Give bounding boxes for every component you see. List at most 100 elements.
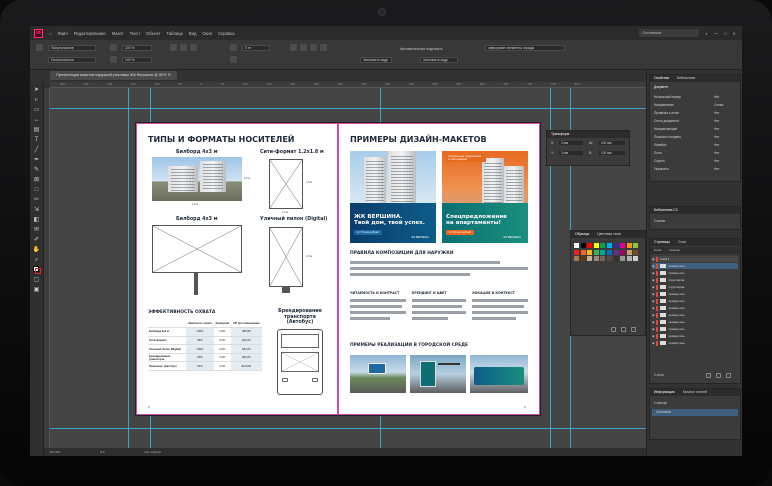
color-swatch[interactable] [580, 249, 586, 255]
note-tool-icon[interactable]: ✉ [33, 226, 41, 234]
line-tool-icon[interactable]: ╱ [33, 146, 41, 154]
transport-title[interactable]: Брендирование транспорта (Автобус) [272, 309, 328, 326]
left-page-title[interactable]: ТИПЫ И ФОРМАТЫ НОСИТЕЛЕЙ [148, 135, 294, 144]
layer-row[interactable]: ◉ прямоуголь. [652, 270, 738, 276]
content-collector-icon[interactable]: ▤ [33, 126, 41, 134]
tab-color-theme[interactable]: Цветовая тема [597, 231, 621, 238]
poster-2-title[interactable]: Спецпредложение на апартаменты! [446, 214, 507, 227]
menu-file[interactable]: Файл [58, 31, 68, 36]
layer-row[interactable]: ◉ сгруппиров. [652, 284, 738, 290]
prop-value[interactable]: Нет [714, 135, 719, 139]
rules-title[interactable]: ПРАВИЛА КОМПОЗИЦИИ ДЛЯ НАРУЖКИ [350, 251, 454, 256]
layer-row[interactable]: ◉ Слой 1 [652, 256, 738, 263]
city-format-frame[interactable] [269, 159, 303, 209]
color-swatch[interactable] [593, 243, 599, 248]
color-swatch[interactable] [580, 243, 586, 248]
menu-help[interactable]: Справка [218, 31, 234, 36]
color-swatch[interactable] [613, 243, 619, 248]
tab-libraries[interactable]: Библиотеки [677, 75, 695, 82]
flip-v-icon[interactable] [180, 44, 187, 51]
rotate-icon[interactable] [110, 56, 117, 63]
y-field[interactable]: 3 мм [559, 151, 583, 155]
pencil-tool-icon[interactable]: ✎ [33, 166, 41, 174]
menu-edit[interactable]: Редактирование [74, 31, 106, 36]
cc-libraries-title[interactable]: Библиотеки СС [654, 207, 678, 214]
column-2-title[interactable]: БРЕНДИНГ И ЦВЕТ [412, 291, 446, 295]
minimize-icon[interactable]: — [714, 31, 718, 36]
tab-pages[interactable]: Страницы [654, 239, 670, 246]
layer-row[interactable]: ◉ прямоуголь. [652, 312, 738, 318]
color-swatch[interactable] [613, 256, 619, 262]
formatting-affects-container-icon[interactable]: ▢ [33, 276, 41, 284]
x-field[interactable]: Полуполосное [48, 45, 96, 51]
color-swatch[interactable] [633, 249, 639, 255]
color-swatch[interactable] [607, 249, 612, 255]
color-swatch[interactable] [626, 249, 632, 255]
zoom-level[interactable]: 50,18% [50, 448, 60, 456]
city-photo-1[interactable] [350, 355, 406, 393]
folder-icon[interactable] [621, 327, 626, 332]
bus-drawing[interactable] [277, 329, 323, 395]
color-swatch[interactable] [574, 249, 579, 255]
layer-row[interactable]: ◉ прямоуголь. [652, 298, 738, 304]
pen-tool-icon[interactable]: ✒ [33, 156, 41, 164]
cc-libraries-panel[interactable]: Библиотеки СС Ссылки [649, 206, 741, 230]
efficiency-table[interactable]: Заметность охвата Конверсия CPI при охва… [148, 319, 262, 372]
city-photo-2[interactable] [410, 355, 466, 393]
billboard-1-label[interactable]: Билборд 4x3 м [176, 150, 218, 155]
tab-properties[interactable]: Свойства [654, 75, 669, 82]
color-swatch[interactable] [593, 256, 599, 262]
efficiency-title[interactable]: ЭФФЕКТИВНОСТЬ ОХВАТА [148, 310, 215, 315]
fill-icon[interactable] [230, 44, 237, 51]
billboard-2-label[interactable]: Билборд 4x3 м [176, 217, 218, 222]
y-field[interactable]: Полуполосное [48, 57, 96, 63]
prop-value[interactable]: Нет [714, 119, 719, 123]
guide[interactable] [128, 88, 129, 448]
layer-row[interactable]: ◉ сгруппиров. [652, 277, 738, 283]
screen-mode-icon[interactable]: ▣ [33, 286, 41, 294]
gradient-tool-icon[interactable]: ◧ [33, 216, 41, 224]
color-swatch[interactable] [626, 243, 632, 248]
transform-panel-title[interactable]: Трансформ. [551, 131, 570, 138]
color-swatch[interactable] [607, 256, 612, 262]
folder-icon[interactable] [716, 373, 721, 378]
scale-x-field[interactable]: 100 % [122, 45, 152, 51]
center-content-icon[interactable] [310, 44, 317, 51]
prop-value[interactable]: Нет [714, 167, 719, 171]
color-swatch[interactable] [620, 243, 626, 248]
color-swatch[interactable] [580, 256, 586, 262]
color-swatch[interactable] [574, 256, 579, 262]
column-3-title[interactable]: ЛОКАЦИЯ И КОНТЕКСТ [472, 291, 515, 295]
info-row[interactable]: 1 мастер [654, 401, 667, 405]
color-swatch[interactable] [620, 249, 626, 255]
prop-value[interactable]: Нет [714, 95, 719, 99]
direct-selection-tool-icon[interactable]: ▹ [33, 96, 41, 104]
free-transform-tool-icon[interactable]: ⇲ [33, 206, 41, 214]
page-tool-icon[interactable]: ▭ [33, 106, 41, 114]
guide[interactable] [50, 108, 646, 109]
h-field[interactable]: 100 мм [599, 151, 625, 155]
layers-panel[interactable]: Страницы Слои Слои Ссылки ◉ Слой 1 ◉ прямоуг… [649, 238, 742, 384]
poster-2-subtitle[interactable]: от 4,5 млн рублей [446, 230, 474, 235]
city-format-label[interactable]: Сити-формат 1.2x1.8 м [260, 150, 324, 155]
color-swatch[interactable] [626, 256, 632, 262]
transform-panel[interactable]: Трансформ. X: 3 мм Ш: 100 мм Y: 3 мм В: … [546, 130, 630, 166]
right-page[interactable]: ПРИМЕРЫ ДИЗАЙН-МАКЕТОВ ЖК ВЕРШИНА. Твой … [338, 123, 540, 415]
subtab-links[interactable]: Ссылки [669, 247, 680, 254]
prop-value[interactable]: Слева [714, 103, 723, 107]
info-panel[interactable]: Информация Каталог стилей 1 мастер Заголо… [649, 388, 741, 440]
fill-frame-icon[interactable] [320, 44, 327, 51]
home-icon[interactable]: ⌂ [49, 31, 52, 36]
scale-icon[interactable] [110, 44, 117, 51]
column-1-title[interactable]: ЧИТАЕМОСТЬ И КОНТРАСТ [350, 291, 399, 295]
menu-table[interactable]: Таблица [166, 31, 182, 36]
color-swatch[interactable] [600, 249, 606, 255]
new-swatch-icon[interactable] [611, 327, 616, 332]
color-swatch[interactable] [600, 243, 606, 248]
color-swatch[interactable] [633, 256, 639, 262]
layer-row[interactable]: ◉ прямоуголь. [652, 263, 738, 270]
prop-value[interactable]: Нет [714, 111, 719, 115]
hand-tool-icon[interactable]: ✋ [33, 246, 41, 254]
menu-view[interactable]: Вид [189, 31, 197, 36]
layer-row[interactable]: ◉ прямоуголь. [652, 305, 738, 311]
